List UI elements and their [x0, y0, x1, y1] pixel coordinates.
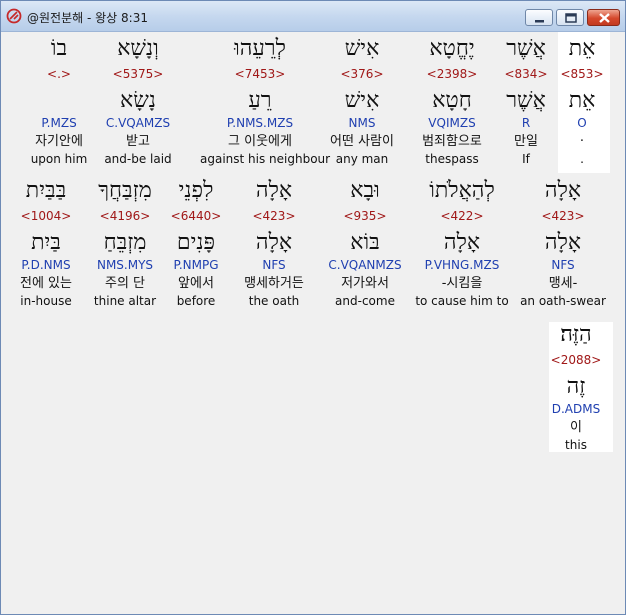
interlinear-view: אֵת <853> אֵת O ·. אֲשֶׁר <834> אֲשֶׁר R 만일 If יֶחֱ… [2, 32, 622, 612]
minimize-icon [535, 20, 544, 23]
minimize-button[interactable] [525, 9, 553, 26]
morph-code: P.MZS [41, 116, 77, 130]
maximize-button[interactable] [556, 9, 584, 26]
morph-code: P.D.NMS [21, 258, 71, 272]
hebrew-word: בַּבַּיִת [25, 178, 67, 203]
root-word: בַּיִת [31, 230, 61, 255]
window-title: @원전분해 - 왕상 8:31 [27, 11, 148, 25]
english-gloss: upon him [30, 152, 88, 166]
korean-gloss: 어떤 사람이 [330, 134, 394, 149]
hebrew-word: בוֹ [50, 36, 68, 61]
root-word: אִישׁ [344, 88, 380, 113]
root-word: רֵעַ [248, 88, 272, 113]
english-gloss: this [565, 438, 587, 452]
hebrew-word: הַזֶּה׃ [560, 322, 592, 347]
strongs-number: <376> [340, 67, 384, 81]
close-button[interactable] [587, 9, 620, 26]
korean-gloss: 이 [570, 420, 582, 435]
root-word: נָשָׂא [120, 88, 156, 113]
root-word: זֶה [566, 374, 586, 399]
strongs-number: <1004> [20, 209, 72, 223]
strongs-number: <2088> [550, 353, 602, 367]
strongs-number: <7453> [234, 67, 286, 81]
strongs-number: <.> [47, 67, 71, 81]
title-bar[interactable]: @원전분해 - 왕상 8:31 [1, 1, 625, 32]
close-icon [599, 13, 610, 23]
app-window: @원전분해 - 왕상 8:31 אֵת <853> אֵת O ·. אֲשֶׁר <834… [0, 0, 626, 615]
korean-gloss: 그 이웃에게 [228, 134, 292, 149]
english-gloss: against his neighbour [200, 152, 331, 166]
maximize-icon [565, 13, 577, 23]
app-logo-icon [6, 8, 22, 24]
hebrew-word: לְרֵעֵהוּ [234, 36, 286, 61]
hebrew-word: אִישׁ [344, 36, 380, 61]
english-gloss: in-house [20, 294, 72, 308]
morph-code: P.NMS.MZS [226, 116, 294, 130]
korean-gloss: 자기안에 [35, 134, 83, 149]
morph-code: NMS [348, 116, 376, 130]
morph-code: D.ADMS [551, 402, 601, 416]
korean-gloss: 전에 있는 [20, 276, 72, 291]
